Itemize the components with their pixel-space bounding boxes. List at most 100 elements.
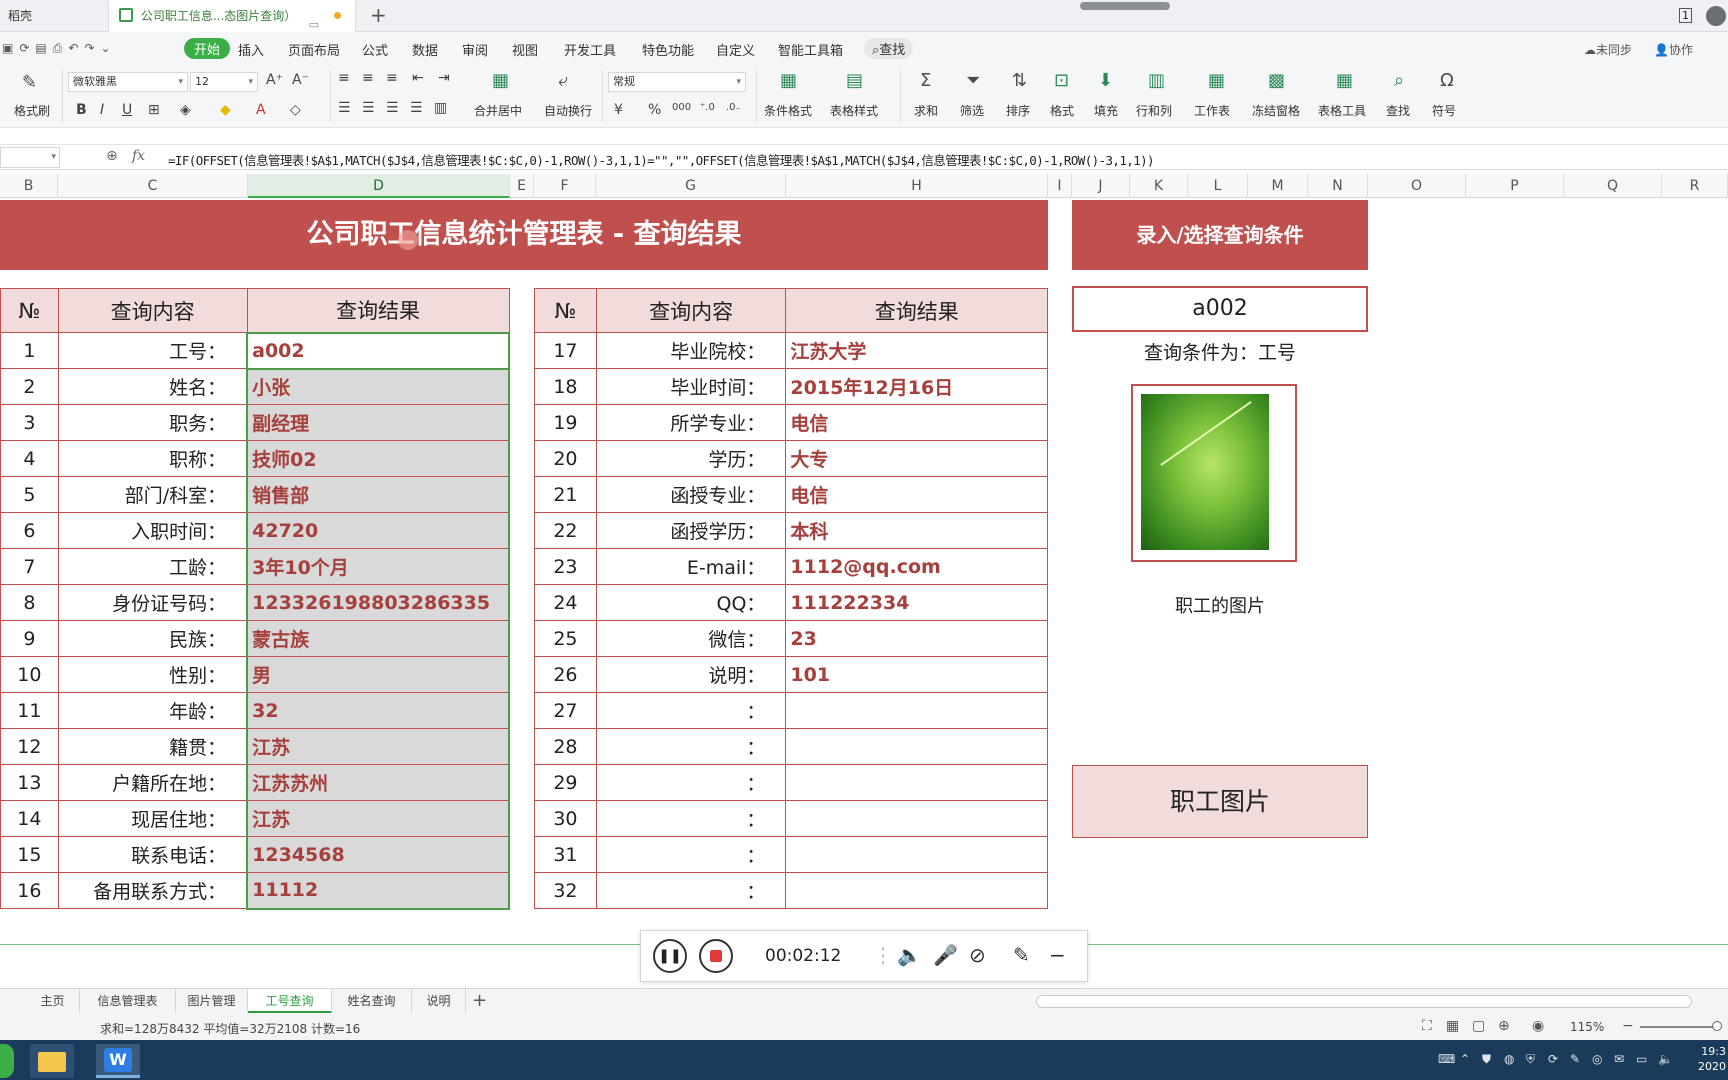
row-label-cell[interactable]: 现居住地：	[57, 800, 248, 837]
row-number-cell[interactable]: 2	[0, 368, 59, 405]
row-label-cell[interactable]: 职务：	[57, 404, 248, 441]
filter-icon[interactable]: ⏷	[966, 70, 980, 91]
menu-view[interactable]: 视图	[512, 40, 538, 59]
quick-access-icons[interactable]: ▣⟳▤⎙↶↷⌄	[2, 41, 117, 56]
find-icon[interactable]: ⌕	[1394, 70, 1404, 91]
row-number-cell[interactable]: 11	[0, 692, 59, 729]
align-bottom-icon[interactable]: ≡	[386, 70, 398, 86]
align-center-icon[interactable]: ☰	[362, 100, 375, 116]
freeze-panes-icon[interactable]: ▩	[1268, 70, 1285, 91]
normal-view-icon[interactable]: ▦	[1446, 1018, 1459, 1034]
row-value-cell[interactable]: 男	[246, 656, 510, 693]
row-number-cell[interactable]: 29	[534, 764, 597, 801]
zoom-slider-knob[interactable]	[1712, 1021, 1722, 1031]
query-title-banner[interactable]: 录入/选择查询条件	[1072, 200, 1368, 270]
row-number-cell[interactable]: 21	[534, 476, 597, 513]
row-number-cell[interactable]: 27	[534, 692, 597, 729]
row-number-cell[interactable]: 10	[0, 656, 59, 693]
row-number-cell[interactable]: 23	[534, 548, 597, 585]
row-value-cell[interactable]: 技师02	[246, 440, 510, 477]
start-button[interactable]	[0, 1044, 14, 1078]
decrease-decimal-icon[interactable]: .0₋	[726, 102, 741, 113]
fill-label[interactable]: 填充	[1094, 102, 1118, 119]
underline-icon[interactable]: U	[122, 102, 132, 118]
wps-app-button[interactable]: W	[96, 1044, 140, 1078]
column-b[interactable]: B	[0, 174, 58, 198]
row-value-cell[interactable]: 42720	[246, 512, 510, 549]
row-label-cell[interactable]: 身份证号码：	[57, 584, 248, 621]
row-number-cell[interactable]: 24	[534, 584, 597, 621]
column-o[interactable]: O	[1368, 174, 1466, 198]
sheet-tab-id-query[interactable]: 工号查询	[248, 989, 332, 1013]
formula-input[interactable]: =IF(OFFSET(信息管理表!$A$1,MATCH($J$4,信息管理表!$…	[168, 150, 1155, 169]
menu-review[interactable]: 审阅	[462, 40, 488, 59]
row-label-cell[interactable]: 姓名：	[57, 368, 248, 405]
column-k[interactable]: K	[1130, 174, 1188, 198]
row-label-cell[interactable]: ：	[595, 692, 787, 729]
row-label-cell[interactable]: 户籍所在地：	[57, 764, 248, 801]
fill-color-icon[interactable]: ◆	[220, 102, 231, 118]
row-value-cell[interactable]	[785, 836, 1048, 873]
row-value-cell[interactable]: 电信	[785, 476, 1048, 513]
row-value-cell[interactable]: 11112	[246, 872, 510, 910]
find-label[interactable]: 查找	[1386, 102, 1410, 119]
row-value-cell[interactable]: 32	[246, 692, 510, 729]
row-number-cell[interactable]: 30	[534, 800, 597, 837]
thousands-icon[interactable]: 000	[672, 102, 691, 113]
zoom-icon[interactable]: ⊕	[106, 148, 118, 164]
table-tools-label[interactable]: 表格工具	[1318, 102, 1366, 119]
menu-custom[interactable]: 自定义	[716, 40, 755, 59]
menu-developer[interactable]: 开发工具	[564, 40, 616, 59]
font-name-select[interactable]: 微软雅黑 ▾	[68, 72, 188, 92]
column-r[interactable]: R	[1662, 174, 1728, 198]
row-value-cell[interactable]	[785, 692, 1048, 729]
row-label-cell[interactable]: 工号：	[57, 332, 248, 369]
row-number-cell[interactable]: 32	[534, 872, 597, 909]
row-value-cell[interactable]	[785, 800, 1048, 837]
row-number-cell[interactable]: 5	[0, 476, 59, 513]
row-column-icon[interactable]: ▥	[1148, 70, 1165, 91]
collab-button[interactable]: 👤协作	[1654, 41, 1693, 58]
row-label-cell[interactable]: ：	[595, 872, 787, 909]
row-value-cell[interactable]: 江苏大学	[785, 332, 1048, 369]
new-tab-button[interactable]: +	[370, 3, 387, 27]
row-label-cell[interactable]: 函授专业：	[595, 476, 787, 513]
window-count-badge[interactable]: 1	[1679, 8, 1692, 23]
column-n[interactable]: N	[1308, 174, 1368, 198]
employee-photo-frame[interactable]	[1131, 384, 1297, 562]
row-label-cell[interactable]: 职称：	[57, 440, 248, 477]
add-sheet-button[interactable]: +	[472, 990, 487, 1011]
sync-status[interactable]: ☁未同步	[1584, 41, 1632, 58]
table-tools-icon[interactable]: ▦	[1336, 70, 1353, 91]
row-number-cell[interactable]: 16	[0, 872, 59, 909]
row-value-cell[interactable]	[785, 764, 1048, 801]
file-explorer-button[interactable]	[30, 1044, 74, 1078]
row-label-cell[interactable]: E-mail：	[595, 548, 787, 585]
symbol-label[interactable]: 符号	[1432, 102, 1456, 119]
horizontal-scrollbar[interactable]	[1036, 995, 1692, 1008]
row-number-cell[interactable]: 28	[534, 728, 597, 765]
percent-icon[interactable]: %	[648, 102, 661, 118]
column-c[interactable]: C	[58, 174, 248, 198]
fullscreen-icon[interactable]: ⛶	[1422, 1018, 1432, 1034]
sum-label[interactable]: 求和	[914, 102, 938, 119]
row-label-cell[interactable]: 所学专业：	[595, 404, 787, 441]
row-value-cell[interactable]: 本科	[785, 512, 1048, 549]
row-value-cell[interactable]: 蒙古族	[246, 620, 510, 657]
row-label-cell[interactable]: 微信：	[595, 620, 787, 657]
row-label-cell[interactable]: 民族：	[57, 620, 248, 657]
row-label-cell[interactable]: ：	[595, 728, 787, 765]
row-label-cell[interactable]: 备用联系方式：	[57, 872, 248, 909]
row-value-cell[interactable]: 大专	[785, 440, 1048, 477]
conditional-format-label[interactable]: 条件格式	[764, 102, 812, 119]
row-number-cell[interactable]: 12	[0, 728, 59, 765]
indent-decrease-icon[interactable]: ⇤	[412, 70, 424, 86]
row-label-cell[interactable]: 说明：	[595, 656, 787, 693]
row-label-cell[interactable]: 性别：	[57, 656, 248, 693]
update-icon[interactable]: ⟳	[1548, 1052, 1558, 1066]
indent-increase-icon[interactable]: ⇥	[438, 70, 450, 86]
row-number-cell[interactable]: 18	[534, 368, 597, 405]
row-column-label[interactable]: 行和列	[1136, 102, 1172, 119]
tab-daoke[interactable]: 稻壳	[0, 0, 108, 32]
font-shrink-icon[interactable]: A⁻	[292, 72, 309, 88]
